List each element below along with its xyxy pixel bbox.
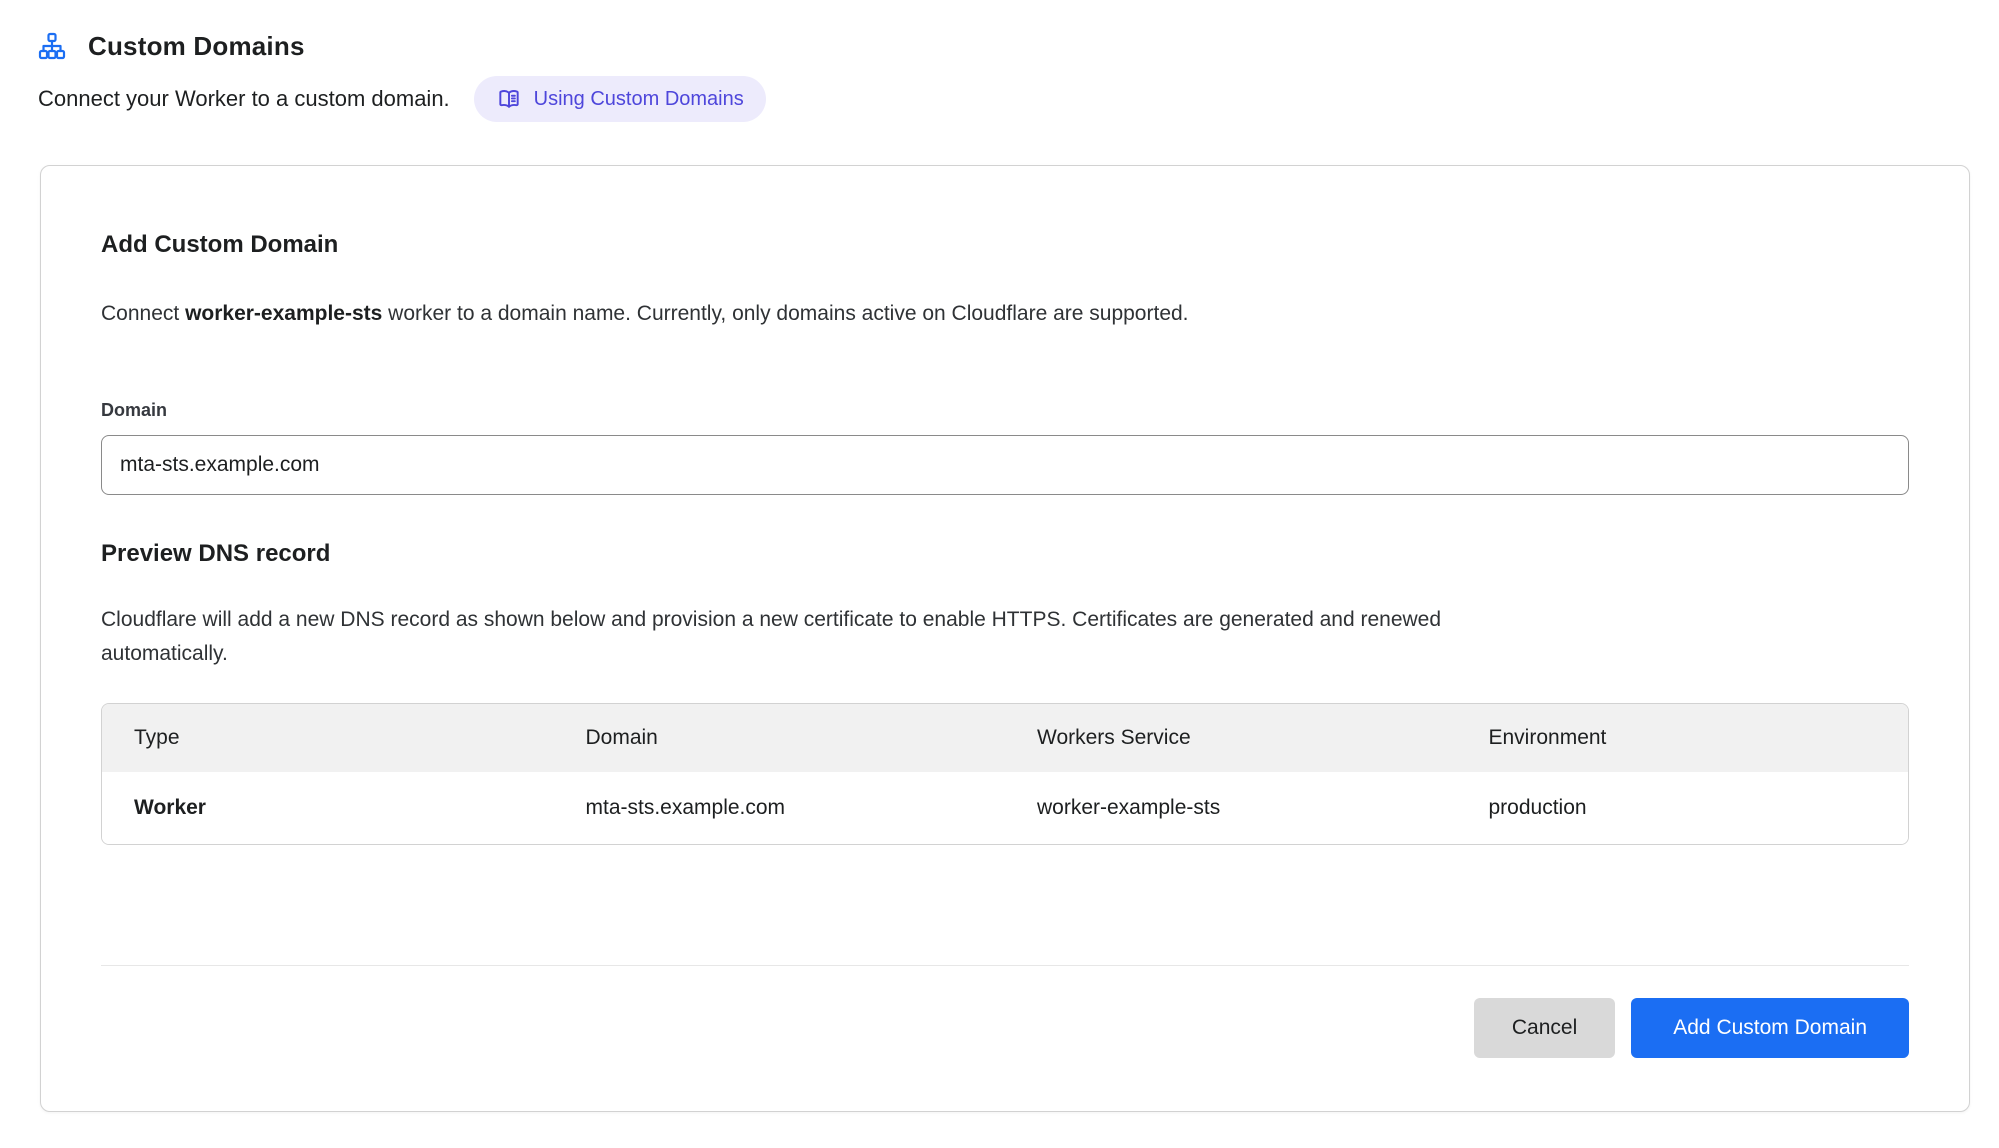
open-book-icon [496, 86, 522, 112]
preview-dns-heading: Preview DNS record [101, 539, 1909, 569]
dns-record-table: Type Domain Workers Service Environment … [101, 703, 1909, 845]
add-custom-domain-button[interactable]: Add Custom Domain [1631, 998, 1909, 1058]
intro-prefix: Connect [101, 302, 185, 325]
docs-link-label: Using Custom Domains [534, 88, 744, 111]
subtitle-row: Connect your Worker to a custom domain. … [38, 76, 1999, 122]
panel-footer: Cancel Add Custom Domain [101, 998, 1909, 1058]
page-subtitle: Connect your Worker to a custom domain. [38, 86, 450, 112]
domain-field-label: Domain [101, 400, 1909, 421]
page-header: Custom Domains Connect your Worker to a … [0, 0, 1999, 122]
cell-type: Worker [102, 772, 554, 844]
cell-environment: production [1457, 772, 1909, 844]
sitemap-icon [38, 32, 66, 60]
panel-intro: Connect worker-example-sts worker to a d… [101, 298, 1909, 330]
add-custom-domain-panel: Add Custom Domain Connect worker-example… [40, 165, 1970, 1112]
column-header-type: Type [102, 704, 554, 772]
column-header-workers-service: Workers Service [1005, 704, 1457, 772]
docs-link-using-custom-domains[interactable]: Using Custom Domains [474, 76, 766, 122]
intro-suffix: worker to a domain name. Currently, only… [382, 302, 1188, 325]
footer-divider [101, 965, 1909, 966]
cell-workers-service: worker-example-sts [1005, 772, 1457, 844]
table-row: Worker mta-sts.example.com worker-exampl… [102, 772, 1908, 844]
table-header-row: Type Domain Workers Service Environment [102, 704, 1908, 772]
panel-heading: Add Custom Domain [101, 230, 1909, 260]
page-title: Custom Domains [88, 31, 305, 62]
column-header-domain: Domain [554, 704, 1006, 772]
title-row: Custom Domains [38, 30, 1999, 62]
domain-input[interactable] [101, 435, 1909, 495]
column-header-environment: Environment [1457, 704, 1909, 772]
cell-domain: mta-sts.example.com [554, 772, 1006, 844]
cancel-button[interactable]: Cancel [1474, 998, 1615, 1058]
worker-name: worker-example-sts [185, 302, 382, 325]
preview-dns-description: Cloudflare will add a new DNS record as … [101, 603, 1551, 671]
